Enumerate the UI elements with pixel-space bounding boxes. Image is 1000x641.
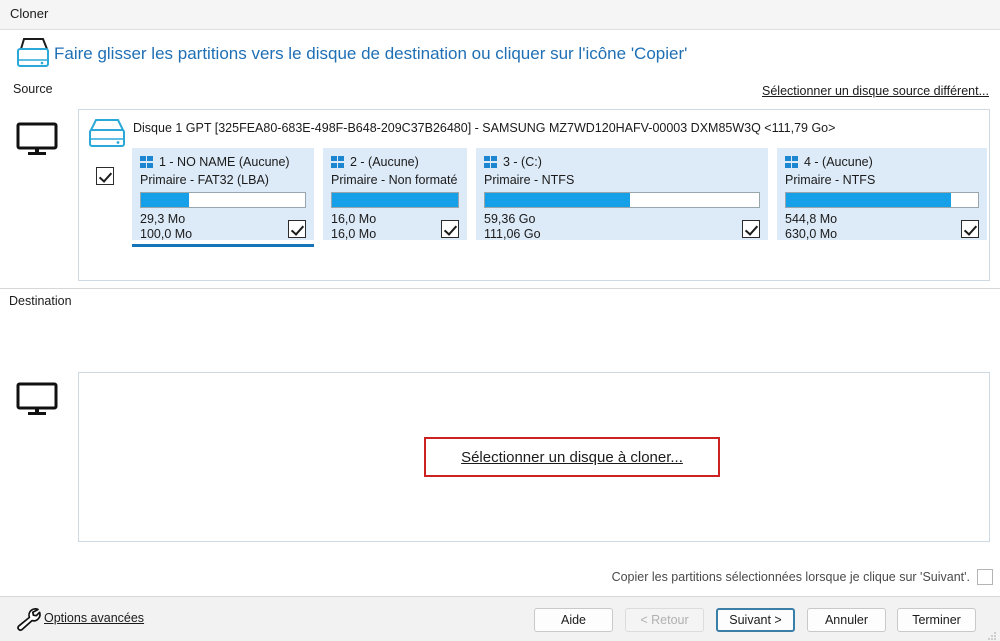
partition-total: 630,0 Mo bbox=[785, 227, 979, 242]
windows-logo-icon bbox=[484, 156, 497, 169]
windows-logo-icon bbox=[331, 156, 344, 169]
partition-label: 4 - (Aucune) bbox=[804, 155, 873, 169]
partition-checkbox[interactable] bbox=[441, 220, 459, 238]
resize-grip[interactable] bbox=[987, 628, 997, 638]
windows-logo-icon bbox=[140, 156, 153, 169]
copy-on-next-checkbox[interactable] bbox=[977, 569, 993, 585]
partition-footer: 59,36 Go 111,06 Go bbox=[484, 212, 760, 246]
partition-total: 111,06 Go bbox=[484, 227, 760, 242]
title-bar: Cloner bbox=[0, 0, 1000, 30]
partition-title-row: 2 - (Aucune) bbox=[331, 154, 459, 170]
partition-title-row: 3 - (C:) bbox=[484, 154, 760, 170]
copy-on-next-note: Copier les partitions sélectionnées lors… bbox=[612, 570, 970, 584]
partition-usage-fill bbox=[332, 193, 458, 207]
partition-card[interactable]: 1 - NO NAME (Aucune) Primaire - FAT32 (L… bbox=[132, 148, 314, 240]
partition-list: 1 - NO NAME (Aucune) Primaire - FAT32 (L… bbox=[132, 148, 983, 256]
destination-monitor-icon bbox=[16, 382, 58, 416]
partition-type: Primaire - NTFS bbox=[484, 173, 760, 187]
partition-used: 59,36 Go bbox=[484, 212, 760, 227]
partition-checkbox[interactable] bbox=[961, 220, 979, 238]
partition-usage-fill bbox=[141, 193, 189, 207]
partition-title-row: 4 - (Aucune) bbox=[785, 154, 979, 170]
window-title: Cloner bbox=[10, 6, 48, 21]
source-disk-checkbox[interactable] bbox=[96, 167, 114, 185]
source-disk-info: Disque 1 GPT [325FEA80-683E-498F-B648-20… bbox=[133, 121, 835, 135]
wrench-icon bbox=[14, 606, 42, 632]
partition-used: 16,0 Mo bbox=[331, 212, 459, 227]
advanced-options-link[interactable]: Options avancées bbox=[44, 611, 144, 625]
partition-usage-bar bbox=[785, 192, 979, 208]
partition-card[interactable]: 3 - (C:) Primaire - NTFS 59,36 Go 111,06… bbox=[476, 148, 768, 240]
partition-checkbox[interactable] bbox=[288, 220, 306, 238]
source-section-label: Source bbox=[13, 82, 53, 96]
partition-usage-bar bbox=[331, 192, 459, 208]
partition-card[interactable]: 2 - (Aucune) Primaire - Non formaté 16,0… bbox=[323, 148, 467, 240]
destination-disk-panel: Sélectionner un disque à cloner... bbox=[78, 372, 990, 542]
partition-total: 16,0 Mo bbox=[331, 227, 459, 242]
partition-type: Primaire - Non formaté bbox=[331, 173, 459, 187]
partition-title-row: 1 - NO NAME (Aucune) bbox=[140, 154, 306, 170]
select-different-source-link[interactable]: Sélectionner un disque source différent.… bbox=[762, 84, 989, 98]
partition-used: 29,3 Mo bbox=[140, 212, 306, 227]
source-monitor-icon bbox=[16, 122, 58, 156]
partition-type: Primaire - NTFS bbox=[785, 173, 979, 187]
windows-logo-icon bbox=[785, 156, 798, 169]
destination-section-label: Destination bbox=[9, 294, 72, 308]
source-disk-icon bbox=[14, 36, 52, 70]
page-title: Faire glisser les partitions vers le dis… bbox=[54, 44, 687, 64]
partition-footer: 29,3 Mo 100,0 Mo bbox=[140, 212, 306, 246]
partition-footer: 16,0 Mo 16,0 Mo bbox=[331, 212, 459, 246]
next-button[interactable]: Suivant > bbox=[716, 608, 795, 632]
partition-usage-bar bbox=[484, 192, 760, 208]
help-button[interactable]: Aide bbox=[534, 608, 613, 632]
partition-used: 544,8 Mo bbox=[785, 212, 979, 227]
partition-label: 3 - (C:) bbox=[503, 155, 542, 169]
partition-usage-fill bbox=[786, 193, 951, 207]
section-divider bbox=[0, 288, 1000, 289]
partition-label: 2 - (Aucune) bbox=[350, 155, 419, 169]
finish-button[interactable]: Terminer bbox=[897, 608, 976, 632]
partition-usage-fill bbox=[485, 193, 630, 207]
partition-label: 1 - NO NAME (Aucune) bbox=[159, 155, 290, 169]
back-button: < Retour bbox=[625, 608, 704, 632]
cancel-button[interactable]: Annuler bbox=[807, 608, 886, 632]
source-disk-panel: Disque 1 GPT [325FEA80-683E-498F-B648-20… bbox=[78, 109, 990, 281]
hard-disk-icon bbox=[85, 116, 129, 152]
cloner-window: Cloner Faire glisser les partitions vers… bbox=[0, 0, 1000, 641]
partition-usage-bar bbox=[140, 192, 306, 208]
select-disk-to-clone-label: Sélectionner un disque à cloner... bbox=[461, 449, 683, 466]
bottom-toolbar: Options avancées Aide < Retour Suivant >… bbox=[0, 596, 1000, 641]
partition-checkbox[interactable] bbox=[742, 220, 760, 238]
partition-total: 100,0 Mo bbox=[140, 227, 306, 242]
partition-type: Primaire - FAT32 (LBA) bbox=[140, 173, 306, 187]
select-disk-to-clone-button[interactable]: Sélectionner un disque à cloner... bbox=[424, 437, 720, 477]
partition-card[interactable]: 4 - (Aucune) Primaire - NTFS 544,8 Mo 63… bbox=[777, 148, 987, 240]
partition-footer: 544,8 Mo 630,0 Mo bbox=[785, 212, 979, 246]
